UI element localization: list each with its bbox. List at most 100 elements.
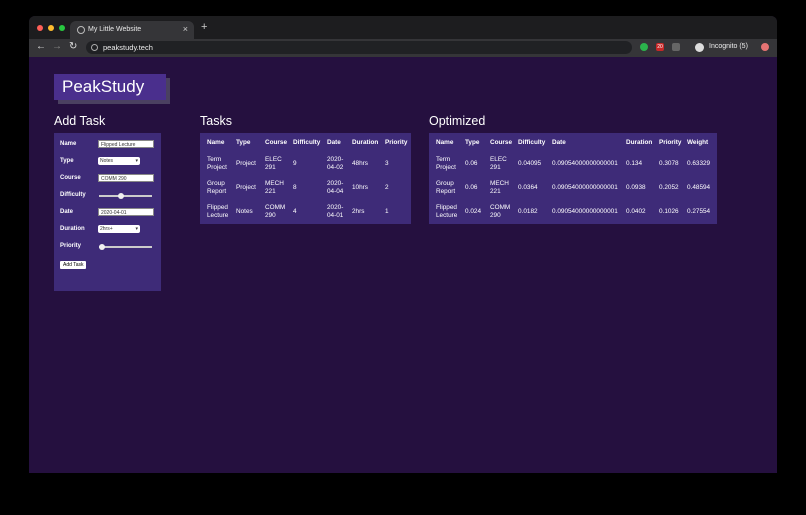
tasks-col-name: Name [207,139,225,146]
profile-icon[interactable] [761,43,769,51]
optimized-col-weight: Weight [687,139,709,146]
type-label: Type [60,158,74,164]
close-window-button[interactable] [37,25,43,31]
optimized-col-date: Date [552,139,566,146]
tasks-col-priority: Priority [385,139,408,146]
page-content: PeakStudy Add Task Name Flipped Lecture … [29,57,777,473]
priority-slider[interactable] [99,244,152,250]
optimized-header-row: Name Type Course Difficulty Date Duratio… [436,133,715,152]
address-bar[interactable]: peakstudy.tech [86,41,632,54]
add-task-heading: Add Task [54,114,106,128]
table-cell: 8 [293,184,297,191]
maximize-window-button[interactable] [59,25,65,31]
table-cell: 9 [293,160,297,167]
browser-tab[interactable]: My Little Website × [70,21,194,39]
table-cell: 0.04095 [518,160,542,167]
extension-shield-icon[interactable] [640,43,648,51]
table-cell: Term Project [207,156,227,171]
table-cell: 0.06 [465,160,478,167]
table-cell: 3 [385,160,389,167]
incognito-label: Incognito (5) [709,43,748,50]
date-input[interactable]: 2020-04-01 [98,208,154,216]
chevron-down-icon: ▾ [135,226,138,232]
table-cell: Project [236,160,256,167]
back-button[interactable]: ← [36,41,46,53]
reload-button[interactable]: ↻ [69,41,77,53]
type-select-value: Notes [100,158,114,164]
tasks-panel: Name Type Course Difficulty Date Duratio… [200,133,411,224]
table-cell: Flipped Lecture [436,204,458,219]
table-cell: COMM 290 [265,204,286,219]
tasks-heading: Tasks [200,114,232,128]
table-row: Term Project Project ELEC 291 9 2020-04-… [207,152,409,176]
table-cell: Term Project [436,156,456,171]
incognito-icon [695,43,704,52]
table-cell: 2020-04-04 [327,180,344,195]
optimized-table: Name Type Course Difficulty Date Duratio… [436,133,715,224]
tasks-table: Name Type Course Difficulty Date Duratio… [207,133,409,224]
tab-close-icon[interactable]: × [183,24,188,34]
tasks-col-type: Type [236,139,251,146]
optimized-col-name: Name [436,139,454,146]
table-row: Term Project 0.06 ELEC 291 0.04095 0.090… [436,152,715,176]
course-label: Course [60,175,81,181]
table-cell: COMM 290 [490,204,511,219]
browser-window: My Little Website × + ← → ↻ peakstudy.te… [29,16,777,473]
table-cell: 48hrs [352,160,368,167]
table-cell: 0.06 [465,184,478,191]
optimized-col-priority: Priority [659,139,682,146]
extension-badge-icon[interactable]: 20 [656,43,664,51]
table-cell: 0.27554 [687,208,711,215]
table-cell: 0.134 [626,160,642,167]
table-cell: 0.0364 [518,184,538,191]
add-task-form: Name Flipped Lecture Type Notes ▾ Course … [54,133,161,291]
difficulty-label: Difficulty [60,192,86,198]
optimized-col-duration: Duration [626,139,653,146]
tasks-col-duration: Duration [352,139,379,146]
course-input[interactable]: COMM 290 [98,174,154,182]
table-cell: ELEC 291 [265,156,282,171]
name-label: Name [60,141,77,147]
difficulty-slider[interactable] [99,193,152,199]
table-row: Group Report 0.06 MECH 221 0.0364 0.0905… [436,176,715,200]
optimized-panel: Name Type Course Difficulty Date Duratio… [429,133,717,224]
table-cell: 0.48594 [687,184,711,191]
table-cell: MECH 221 [490,180,509,195]
minimize-window-button[interactable] [48,25,54,31]
tab-title: My Little Website [88,26,142,33]
tasks-col-course: Course [265,139,288,146]
table-cell: 10hrs [352,184,368,191]
url-text: peakstudy.tech [103,43,153,52]
globe-icon [77,26,85,34]
table-row: Flipped Lecture 0.024 COMM 290 0.0182 0.… [436,200,715,224]
table-cell: 0.024 [465,208,481,215]
extension-u-icon[interactable] [672,43,680,51]
type-select[interactable]: Notes ▾ [98,157,140,165]
table-cell: Flipped Lecture [207,204,229,219]
new-tab-button[interactable]: + [201,21,207,33]
tasks-col-date: Date [327,139,341,146]
table-cell: ELEC 291 [490,156,507,171]
duration-select-value: 2hrs+ [100,226,113,232]
table-cell: 4 [293,208,297,215]
table-cell: 0.63329 [687,160,711,167]
table-cell: 0.0938 [626,184,646,191]
table-cell: Project [236,184,256,191]
difficulty-slider-handle[interactable] [117,193,124,199]
table-cell: 0.09054000000000001 [552,208,618,215]
duration-select[interactable]: 2hrs+ ▾ [98,225,140,233]
forward-button[interactable]: → [52,41,62,53]
table-cell: 1 [385,208,389,215]
optimized-col-course: Course [490,139,513,146]
browser-toolbar: ← → ↻ peakstudy.tech 20 Incognito (5) [29,39,777,57]
chevron-down-icon: ▾ [135,158,138,164]
table-cell: 2hrs [352,208,365,215]
add-task-button[interactable]: Add Task [60,261,87,269]
table-cell: 0.09054000000000001 [552,184,618,191]
priority-label: Priority [60,243,82,249]
name-input[interactable]: Flipped Lecture [98,140,154,148]
table-cell: Notes [236,208,253,215]
site-info-icon[interactable] [91,44,98,51]
table-row: Flipped Lecture Notes COMM 290 4 2020-04… [207,200,409,224]
priority-slider-handle[interactable] [99,244,105,250]
